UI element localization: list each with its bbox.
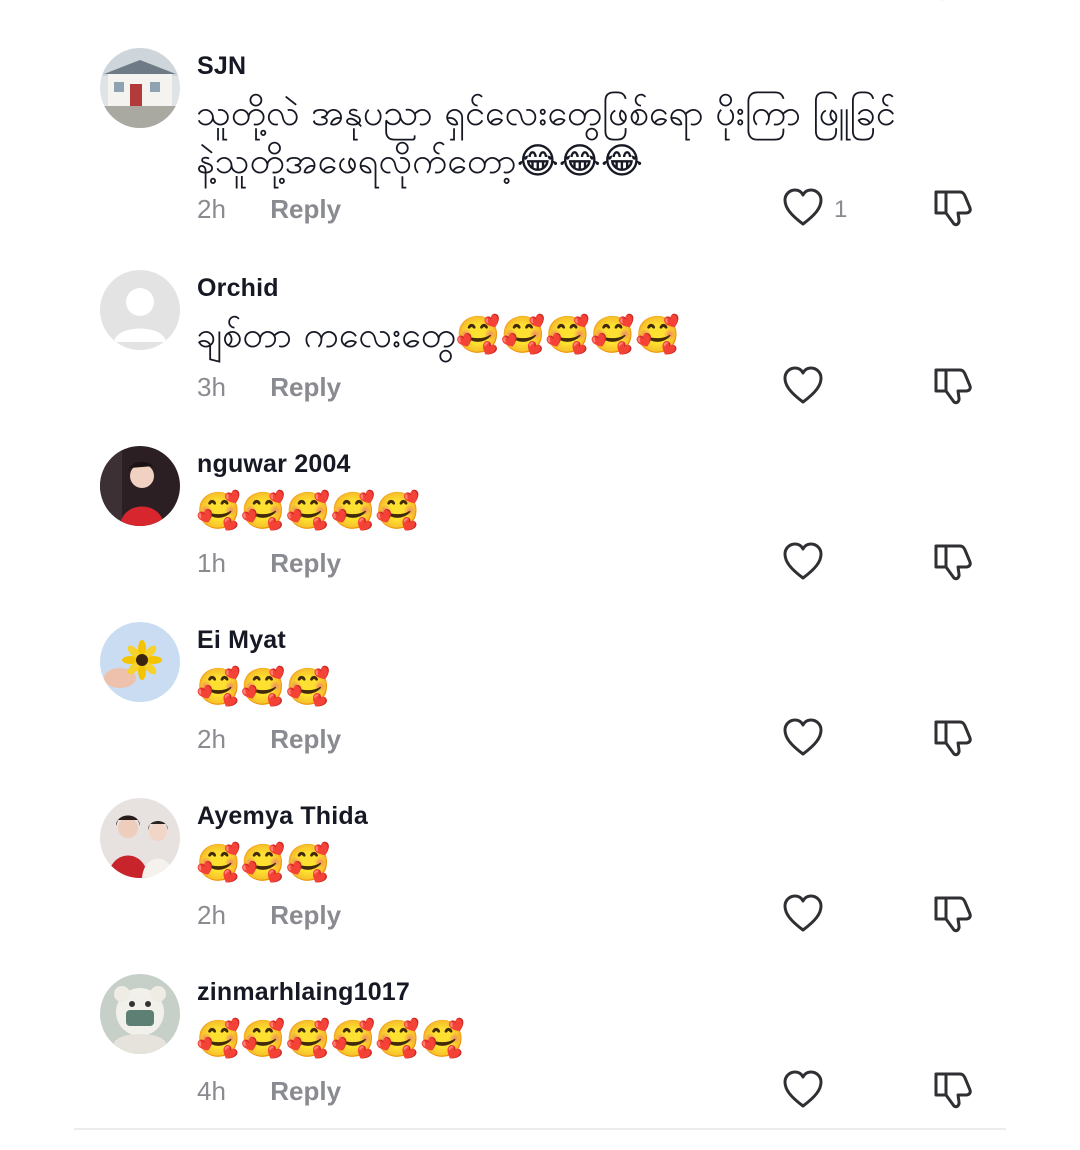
timestamp: 2h	[197, 724, 226, 754]
comment-item: nguwar 2004 🥰🥰🥰🥰🥰 1h Reply	[0, 446, 1080, 622]
reply-button[interactable]: Reply	[270, 900, 341, 930]
reply-button[interactable]: Reply	[270, 1076, 341, 1106]
timestamp: 4h	[197, 1076, 226, 1106]
username[interactable]: Ayemya Thida	[197, 802, 368, 831]
comment-item: Orchid ချစ်တာ ကလေးတွေ🥰🥰🥰🥰🥰 3h Reply	[0, 270, 1080, 446]
comment-meta: 3h Reply	[197, 372, 341, 403]
username[interactable]: SJN	[197, 52, 246, 81]
two-women-photo-avatar	[100, 798, 180, 878]
comment-item: Ayemya Thida 🥰🥰🥰 2h Reply	[0, 798, 1080, 974]
avatar[interactable]	[100, 622, 180, 702]
thumbs-down-icon[interactable]	[932, 718, 974, 758]
thumbs-down-icon[interactable]	[932, 542, 974, 582]
avatar[interactable]	[100, 798, 180, 878]
comment-meta: 2h Reply	[197, 194, 341, 225]
comment-item: SJN သူတို့လဲ အနုပညာ ရှင်လေးတွေဖြစ်ရော ပိ…	[0, 48, 1080, 227]
divider	[74, 1128, 1006, 1130]
timestamp: 2h	[197, 900, 226, 930]
comment-text: 🥰🥰🥰	[196, 667, 331, 708]
username[interactable]: Orchid	[197, 274, 279, 303]
heart-icon[interactable]	[782, 1070, 824, 1110]
woman-photo-avatar	[100, 446, 180, 526]
like-count: 1	[834, 196, 848, 223]
avatar[interactable]	[100, 48, 180, 128]
comment-meta: 4h Reply	[197, 1076, 341, 1107]
avatar[interactable]	[100, 446, 180, 526]
house-photo-avatar	[100, 48, 180, 128]
comment-text: 🥰🥰🥰	[196, 843, 331, 884]
default-person-icon	[100, 270, 180, 350]
reply-button[interactable]: Reply	[270, 372, 341, 402]
comment-item: zinmarhlaing1017 🥰🥰🥰🥰🥰🥰 4h Reply	[0, 974, 1080, 1150]
reply-button[interactable]: Reply	[270, 548, 341, 578]
comment-text: 🥰🥰🥰🥰🥰	[196, 491, 421, 532]
heart-icon[interactable]	[782, 542, 824, 582]
heart-icon[interactable]	[782, 894, 824, 934]
comment-meta: 1h Reply	[197, 548, 341, 579]
plush-toy-photo-avatar	[100, 974, 180, 1054]
timestamp: 2h	[197, 194, 226, 224]
comment-item: Ei Myat 🥰🥰🥰 2h Reply	[0, 622, 1080, 798]
username[interactable]: nguwar 2004	[197, 450, 351, 479]
comment-meta: 2h Reply	[197, 724, 341, 755]
reply-button[interactable]: Reply	[270, 724, 341, 754]
thumbs-down-icon[interactable]	[932, 366, 974, 406]
thumbs-down-icon[interactable]	[932, 188, 974, 228]
timestamp: 3h	[197, 372, 226, 402]
timestamp: 1h	[197, 548, 226, 578]
comment-text: ချစ်တာ ကလေးတွေ🥰🥰🥰🥰🥰	[196, 315, 680, 356]
comment-text: 🥰🥰🥰🥰🥰🥰	[196, 1019, 465, 1060]
avatar[interactable]	[100, 270, 180, 350]
flower-photo-avatar	[100, 622, 180, 702]
comment-meta: 2h Reply	[197, 900, 341, 931]
avatar[interactable]	[100, 974, 180, 1054]
heart-icon[interactable]	[782, 366, 824, 406]
username[interactable]: Ei Myat	[197, 626, 286, 655]
heart-icon[interactable]	[782, 188, 824, 228]
comment-text: သူတို့လဲ အနုပညာ ရှင်လေးတွေဖြစ်ရော ပိုးကြ…	[196, 93, 896, 182]
heart-icon[interactable]	[782, 718, 824, 758]
partial-top-icon	[941, 0, 943, 1]
thumbs-down-icon[interactable]	[932, 1070, 974, 1110]
reply-button[interactable]: Reply	[270, 194, 341, 224]
thumbs-down-icon[interactable]	[932, 894, 974, 934]
username[interactable]: zinmarhlaing1017	[197, 978, 410, 1007]
